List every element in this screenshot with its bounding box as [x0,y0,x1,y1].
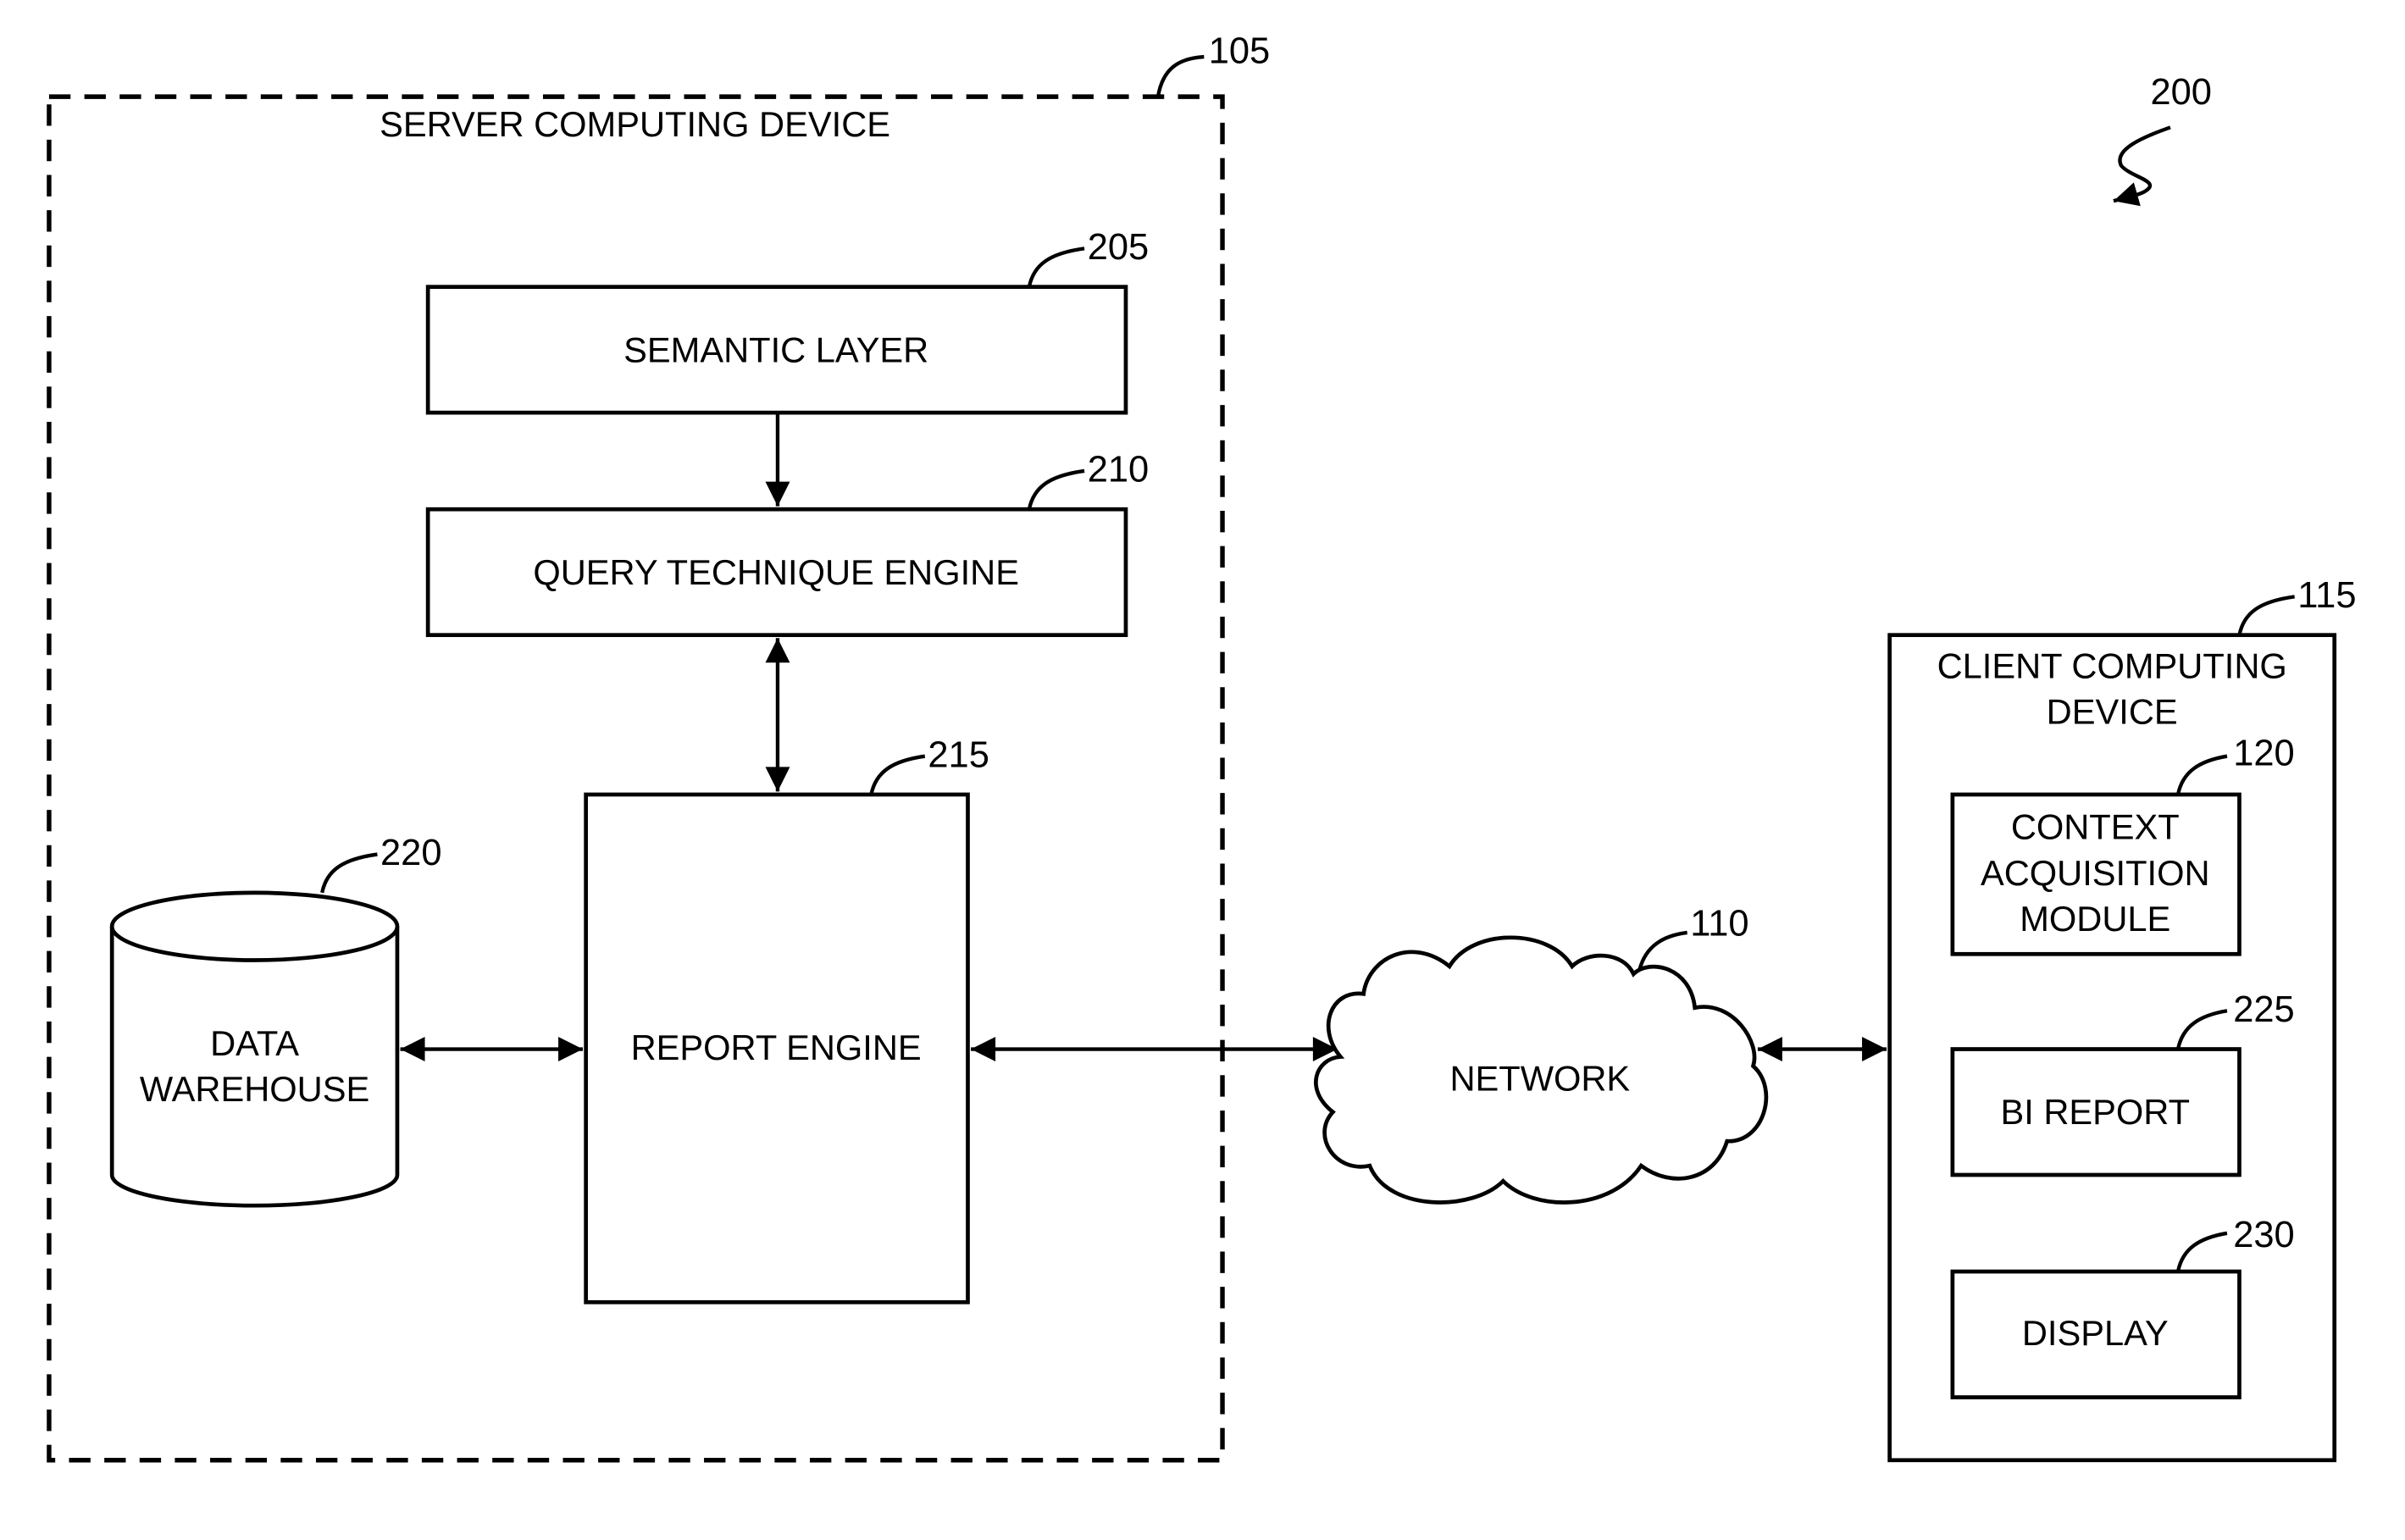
server-label: SERVER COMPUTING DEVICE [380,104,890,144]
server-ref: 105 [1209,30,1270,71]
query-engine-ref: 210 [1088,450,1149,490]
display-label: DISPLAY [2022,1313,2169,1353]
figure-ref-label: 200 [2150,72,2211,113]
database-cylinder-body-icon [109,926,400,1208]
network: NETWORK 110 [1314,904,1769,1205]
data-warehouse-ref-leader [320,852,378,894]
semantic-layer: SEMANTIC LAYER 205 [425,227,1149,415]
query-engine-ref-leader [1027,468,1085,510]
bi-report-label: BI REPORT [2000,1092,2190,1132]
query-engine-label: QUERY TECHNIQUE ENGINE [533,552,1019,592]
data-warehouse-ref: 220 [380,833,441,873]
network-label: NETWORK [1449,1058,1630,1098]
semantic-layer-ref-leader [1027,247,1085,288]
client-ref: 115 [2297,575,2356,616]
squiggle-arrow-icon [2113,125,2171,207]
data-warehouse-line1: DATA [210,1023,299,1063]
report-engine-ref-leader [869,754,926,795]
figure-reference: 200 [2113,72,2212,207]
network-ref-leader [1638,930,1687,970]
report-engine-ref: 215 [928,734,989,775]
semantic-layer-ref: 205 [1088,227,1149,268]
context-module-line2: ACQUISITION [1981,853,2210,893]
semantic-layer-label: SEMANTIC LAYER [623,330,928,369]
report-engine-label: REPORT ENGINE [631,1028,922,1067]
report-engine: REPORT ENGINE 215 [584,734,989,1305]
database-cylinder-top-icon [109,890,400,962]
client-ref-leader [2237,595,2295,636]
client-label-line1: CLIENT COMPUTING [1937,645,2287,685]
diagram-canvas: 200 SERVER COMPUTING DEVICE 105 SEMANTIC… [47,30,2357,1463]
context-module-ref: 120 [2233,734,2294,774]
query-technique-engine: QUERY TECHNIQUE ENGINE 210 [425,450,1149,638]
display-ref: 230 [2233,1215,2294,1255]
server-ref-leader [1155,54,1205,97]
bi-report-ref: 225 [2233,989,2294,1030]
context-module-line1: CONTEXT [2011,806,2180,846]
data-warehouse-line2: WAREHOUSE [140,1069,369,1109]
network-ref: 110 [1690,904,1748,944]
client-label-line2: DEVICE [2047,692,2178,732]
data-warehouse: DATA WAREHOUSE 220 [109,833,442,1208]
context-module-line3: MODULE [2020,899,2170,939]
